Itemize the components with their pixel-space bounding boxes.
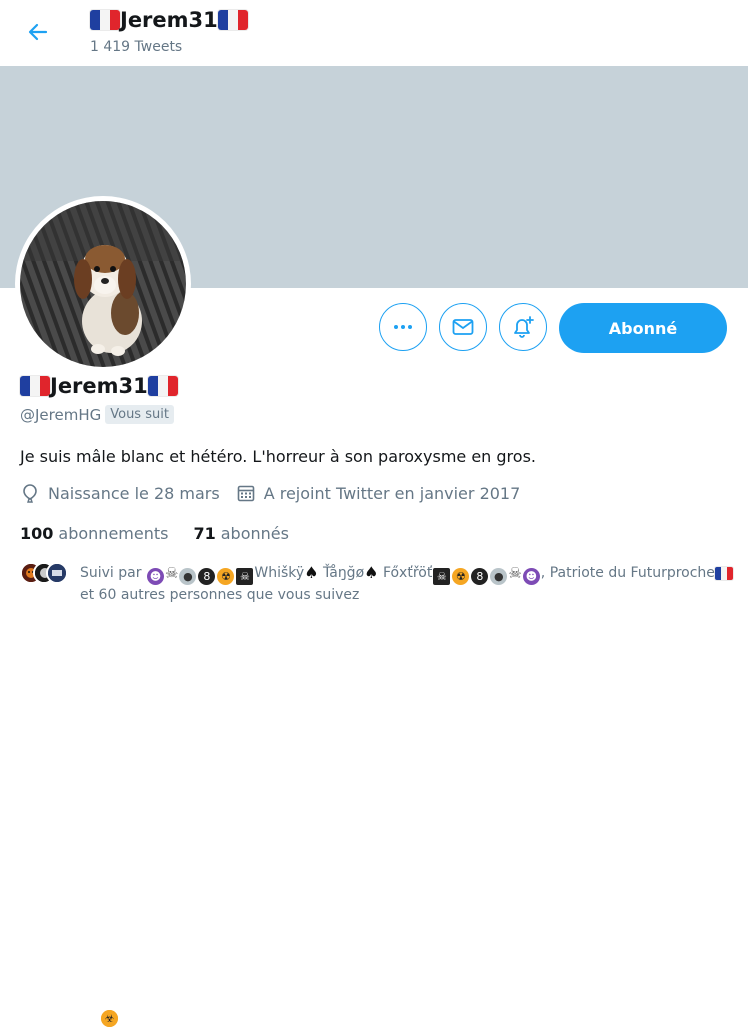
- france-flag-icon: [714, 566, 733, 580]
- birthday: Naissance le 28 mars: [48, 483, 220, 503]
- followed-by-suffix: et 60 autres personnes que vous suivez: [80, 587, 360, 603]
- balloon-icon: [23, 484, 37, 503]
- display-name: Jerem31: [50, 374, 148, 398]
- joined-date: A rejoint Twitter en janvier 2017: [263, 483, 521, 503]
- pirate-flag-icon: ☠: [433, 568, 451, 585]
- france-flag-icon: [217, 10, 248, 30]
- notifications-button[interactable]: [499, 303, 547, 351]
- following-stat[interactable]: 100 abonnements: [20, 524, 168, 543]
- radioactive-icon: ☢: [217, 568, 235, 585]
- france-flag-icon: [20, 376, 50, 396]
- follower-name: Ťåŋğø: [323, 565, 365, 581]
- eight-ball-icon: 8: [198, 568, 216, 585]
- profile-meta: Naissance le 28 mars A rejoint Twitter e…: [20, 483, 536, 503]
- spade-icon: ♠: [364, 563, 379, 582]
- france-flag-icon: [90, 10, 120, 30]
- devil-emoji-icon: ☻: [522, 568, 540, 585]
- handle: @JeremHG: [20, 405, 102, 424]
- followed-by-prefix: Suivi par: [80, 565, 142, 581]
- skull-crossbones-icon: ☠: [508, 564, 522, 582]
- avatar-image: [20, 201, 186, 367]
- birthday-item: Naissance le 28 mars: [20, 483, 220, 503]
- pirate-flag-icon: ☠: [236, 568, 254, 585]
- spade-icon: ♠: [304, 563, 319, 582]
- alien-emoji-icon: ●: [179, 568, 197, 585]
- alien-emoji-icon: ●: [490, 568, 508, 585]
- eight-ball-icon: 8: [471, 568, 489, 585]
- following-button[interactable]: Abonné: [559, 303, 727, 353]
- skull-crossbones-icon: ☠: [164, 564, 179, 582]
- more-button[interactable]: [379, 303, 427, 351]
- follower-name: Whiškÿ: [254, 565, 305, 581]
- profile-name: Jerem31: [20, 374, 178, 398]
- follower-avatar: [46, 562, 68, 584]
- follows-you-badge: Vous suit: [105, 405, 174, 424]
- follower-name: , Patriote du Futurproche: [540, 565, 715, 581]
- envelope-icon: [452, 319, 474, 335]
- calendar-icon: [237, 485, 254, 502]
- devil-emoji-icon: ☻: [146, 568, 164, 585]
- follow-stats: 100 abonnements 71 abonnés: [20, 524, 314, 543]
- more-dots-icon: [394, 325, 412, 329]
- france-flag-icon: [147, 376, 178, 396]
- followers-stat[interactable]: 71 abonnés: [193, 524, 288, 543]
- radioactive-icon: ☢: [452, 568, 470, 585]
- message-button[interactable]: [439, 303, 487, 351]
- following-count: 100: [20, 524, 54, 543]
- followers-count: 71: [193, 524, 216, 543]
- bio: Je suis mâle blanc et hétéro. L'horreur …: [20, 447, 536, 466]
- followers-label: abonnés: [220, 524, 289, 543]
- follower-name: Főxťřöť: [382, 565, 433, 581]
- following-label: abonnements: [58, 524, 169, 543]
- joined-item: A rejoint Twitter en janvier 2017: [236, 483, 521, 503]
- avatar[interactable]: [15, 196, 191, 372]
- followed-by-text: Suivi par ☻☠●8☢☠☣Whiškÿ♠ Ťåŋğø♠ Főxťřöť☣…: [80, 563, 740, 1027]
- header-title: Jerem31: [90, 8, 248, 32]
- bell-plus-icon: [514, 316, 534, 338]
- handle-row: @JeremHG Vous suit: [20, 405, 174, 424]
- top-bar: Jerem31 1 419 Tweets: [0, 0, 748, 66]
- header-display-name: Jerem31: [120, 8, 218, 32]
- biohazard-icon: ☣: [101, 1010, 118, 1027]
- back-arrow-icon[interactable]: [22, 18, 54, 46]
- tweet-count: 1 419 Tweets: [90, 39, 183, 55]
